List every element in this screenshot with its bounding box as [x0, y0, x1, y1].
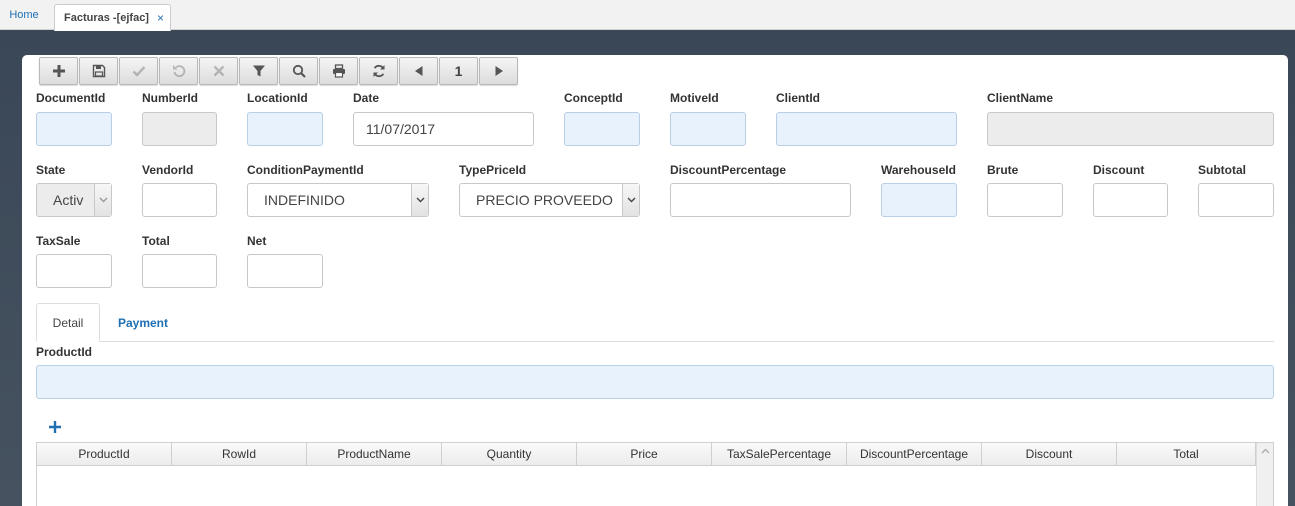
- number-id-input[interactable]: [142, 112, 217, 146]
- confirm-button[interactable]: [119, 57, 158, 85]
- print-button[interactable]: [319, 57, 358, 85]
- column-header-tax-sale-percentage[interactable]: TaxSalePercentage: [712, 443, 847, 465]
- column-header-product-name[interactable]: ProductName: [307, 443, 442, 465]
- tax-sale-label: TaxSale: [36, 234, 81, 248]
- detail-grid: ProductId RowId ProductName Quantity Pri…: [36, 442, 1274, 506]
- next-icon: [495, 66, 503, 76]
- column-header-product-id[interactable]: ProductId: [37, 443, 172, 465]
- search-button[interactable]: [279, 57, 318, 85]
- grid-header: ProductId RowId ProductName Quantity Pri…: [37, 443, 1273, 466]
- column-header-total[interactable]: Total: [1117, 443, 1256, 465]
- close-icon[interactable]: ×: [157, 11, 164, 25]
- total-input[interactable]: [142, 254, 217, 288]
- cancel-button[interactable]: [199, 57, 238, 85]
- client-id-input[interactable]: [776, 112, 957, 146]
- discount-label: Discount: [1093, 163, 1145, 177]
- chevron-down-icon[interactable]: [94, 184, 111, 216]
- previous-button[interactable]: [399, 57, 438, 85]
- motive-id-input[interactable]: [670, 112, 746, 146]
- net-label: Net: [247, 234, 267, 248]
- client-id-label: ClientId: [776, 91, 820, 105]
- warehouse-id-input[interactable]: [881, 183, 957, 217]
- filter-icon: [252, 65, 265, 77]
- add-button[interactable]: [39, 57, 78, 85]
- undo-icon: [172, 65, 185, 78]
- location-id-input[interactable]: [247, 112, 323, 146]
- tab-payment[interactable]: Payment: [105, 303, 181, 342]
- brute-label: Brute: [987, 163, 1019, 177]
- tab-home[interactable]: Home: [0, 0, 48, 30]
- search-icon: [292, 64, 306, 78]
- column-header-price[interactable]: Price: [577, 443, 712, 465]
- warehouse-id-label: WarehouseId: [881, 163, 956, 177]
- net-input[interactable]: [247, 254, 323, 288]
- document-id-input[interactable]: [36, 112, 112, 146]
- brute-input[interactable]: [987, 183, 1063, 217]
- chevron-down-icon[interactable]: [622, 184, 639, 216]
- prev-icon: [414, 66, 422, 76]
- add-icon: [52, 65, 65, 77]
- page-number[interactable]: 1: [439, 57, 478, 85]
- refresh-icon: [373, 64, 384, 78]
- location-id-label: LocationId: [247, 91, 308, 105]
- total-label: Total: [142, 234, 170, 248]
- tab-facturas-label: Facturas -[ejfac]: [64, 12, 149, 24]
- grid-scrollbar[interactable]: [1256, 443, 1273, 506]
- save-button[interactable]: [79, 57, 118, 85]
- refresh-button[interactable]: [359, 57, 398, 85]
- column-header-discount-percentage[interactable]: DiscountPercentage: [847, 443, 982, 465]
- state-value: Activ: [53, 192, 84, 208]
- motive-id-label: MotiveId: [670, 91, 719, 105]
- tax-sale-input[interactable]: [36, 254, 112, 288]
- column-header-row-id[interactable]: RowId: [172, 443, 307, 465]
- top-tab-bar: Home Facturas -[ejfac] ×: [0, 0, 1295, 31]
- product-id-input[interactable]: [36, 365, 1274, 399]
- discount-percentage-input[interactable]: [670, 183, 851, 217]
- state-select[interactable]: Activ: [36, 183, 112, 217]
- condition-payment-value: INDEFINIDO: [264, 192, 345, 208]
- add-row-button[interactable]: [47, 419, 63, 435]
- chevron-up-icon[interactable]: [1261, 448, 1270, 454]
- chevron-down-icon[interactable]: [411, 184, 428, 216]
- number-id-label: NumberId: [142, 91, 199, 105]
- toolbar: 1: [39, 57, 519, 87]
- concept-id-input[interactable]: [564, 112, 640, 146]
- document-id-label: DocumentId: [36, 91, 106, 105]
- date-input[interactable]: 11/07/2017: [353, 112, 534, 146]
- client-name-label: ClientName: [987, 91, 1054, 105]
- condition-payment-id-label: ConditionPaymentId: [247, 163, 364, 177]
- discount-input[interactable]: [1093, 183, 1168, 217]
- column-header-quantity[interactable]: Quantity: [442, 443, 577, 465]
- concept-id-label: ConceptId: [564, 91, 623, 105]
- undo-button[interactable]: [159, 57, 198, 85]
- product-id-label: ProductId: [36, 345, 92, 359]
- type-price-value: PRECIO PROVEEDO: [476, 192, 613, 208]
- tab-facturas[interactable]: Facturas -[ejfac] ×: [54, 4, 171, 31]
- cancel-icon: [213, 65, 224, 77]
- discount-percentage-label: DiscountPercentage: [670, 163, 787, 177]
- save-icon: [92, 64, 105, 78]
- state-label: State: [36, 163, 66, 177]
- subtotal-label: Subtotal: [1198, 163, 1246, 177]
- check-icon: [132, 66, 145, 77]
- type-price-select[interactable]: PRECIO PROVEEDO: [459, 183, 640, 217]
- vendor-id-label: VendorId: [142, 163, 194, 177]
- tabs-divider: [36, 341, 1274, 342]
- condition-payment-select[interactable]: INDEFINIDO: [247, 183, 429, 217]
- filter-button[interactable]: [239, 57, 278, 85]
- add-icon: [49, 421, 61, 433]
- client-name-input[interactable]: [987, 112, 1274, 146]
- column-header-discount[interactable]: Discount: [982, 443, 1117, 465]
- type-price-id-label: TypePriceId: [459, 163, 527, 177]
- vendor-id-input[interactable]: [142, 183, 217, 217]
- date-label: Date: [353, 91, 380, 105]
- print-icon: [332, 64, 345, 78]
- subtotal-input[interactable]: [1198, 183, 1274, 217]
- next-button[interactable]: [479, 57, 518, 85]
- tab-detail[interactable]: Detail: [36, 303, 100, 342]
